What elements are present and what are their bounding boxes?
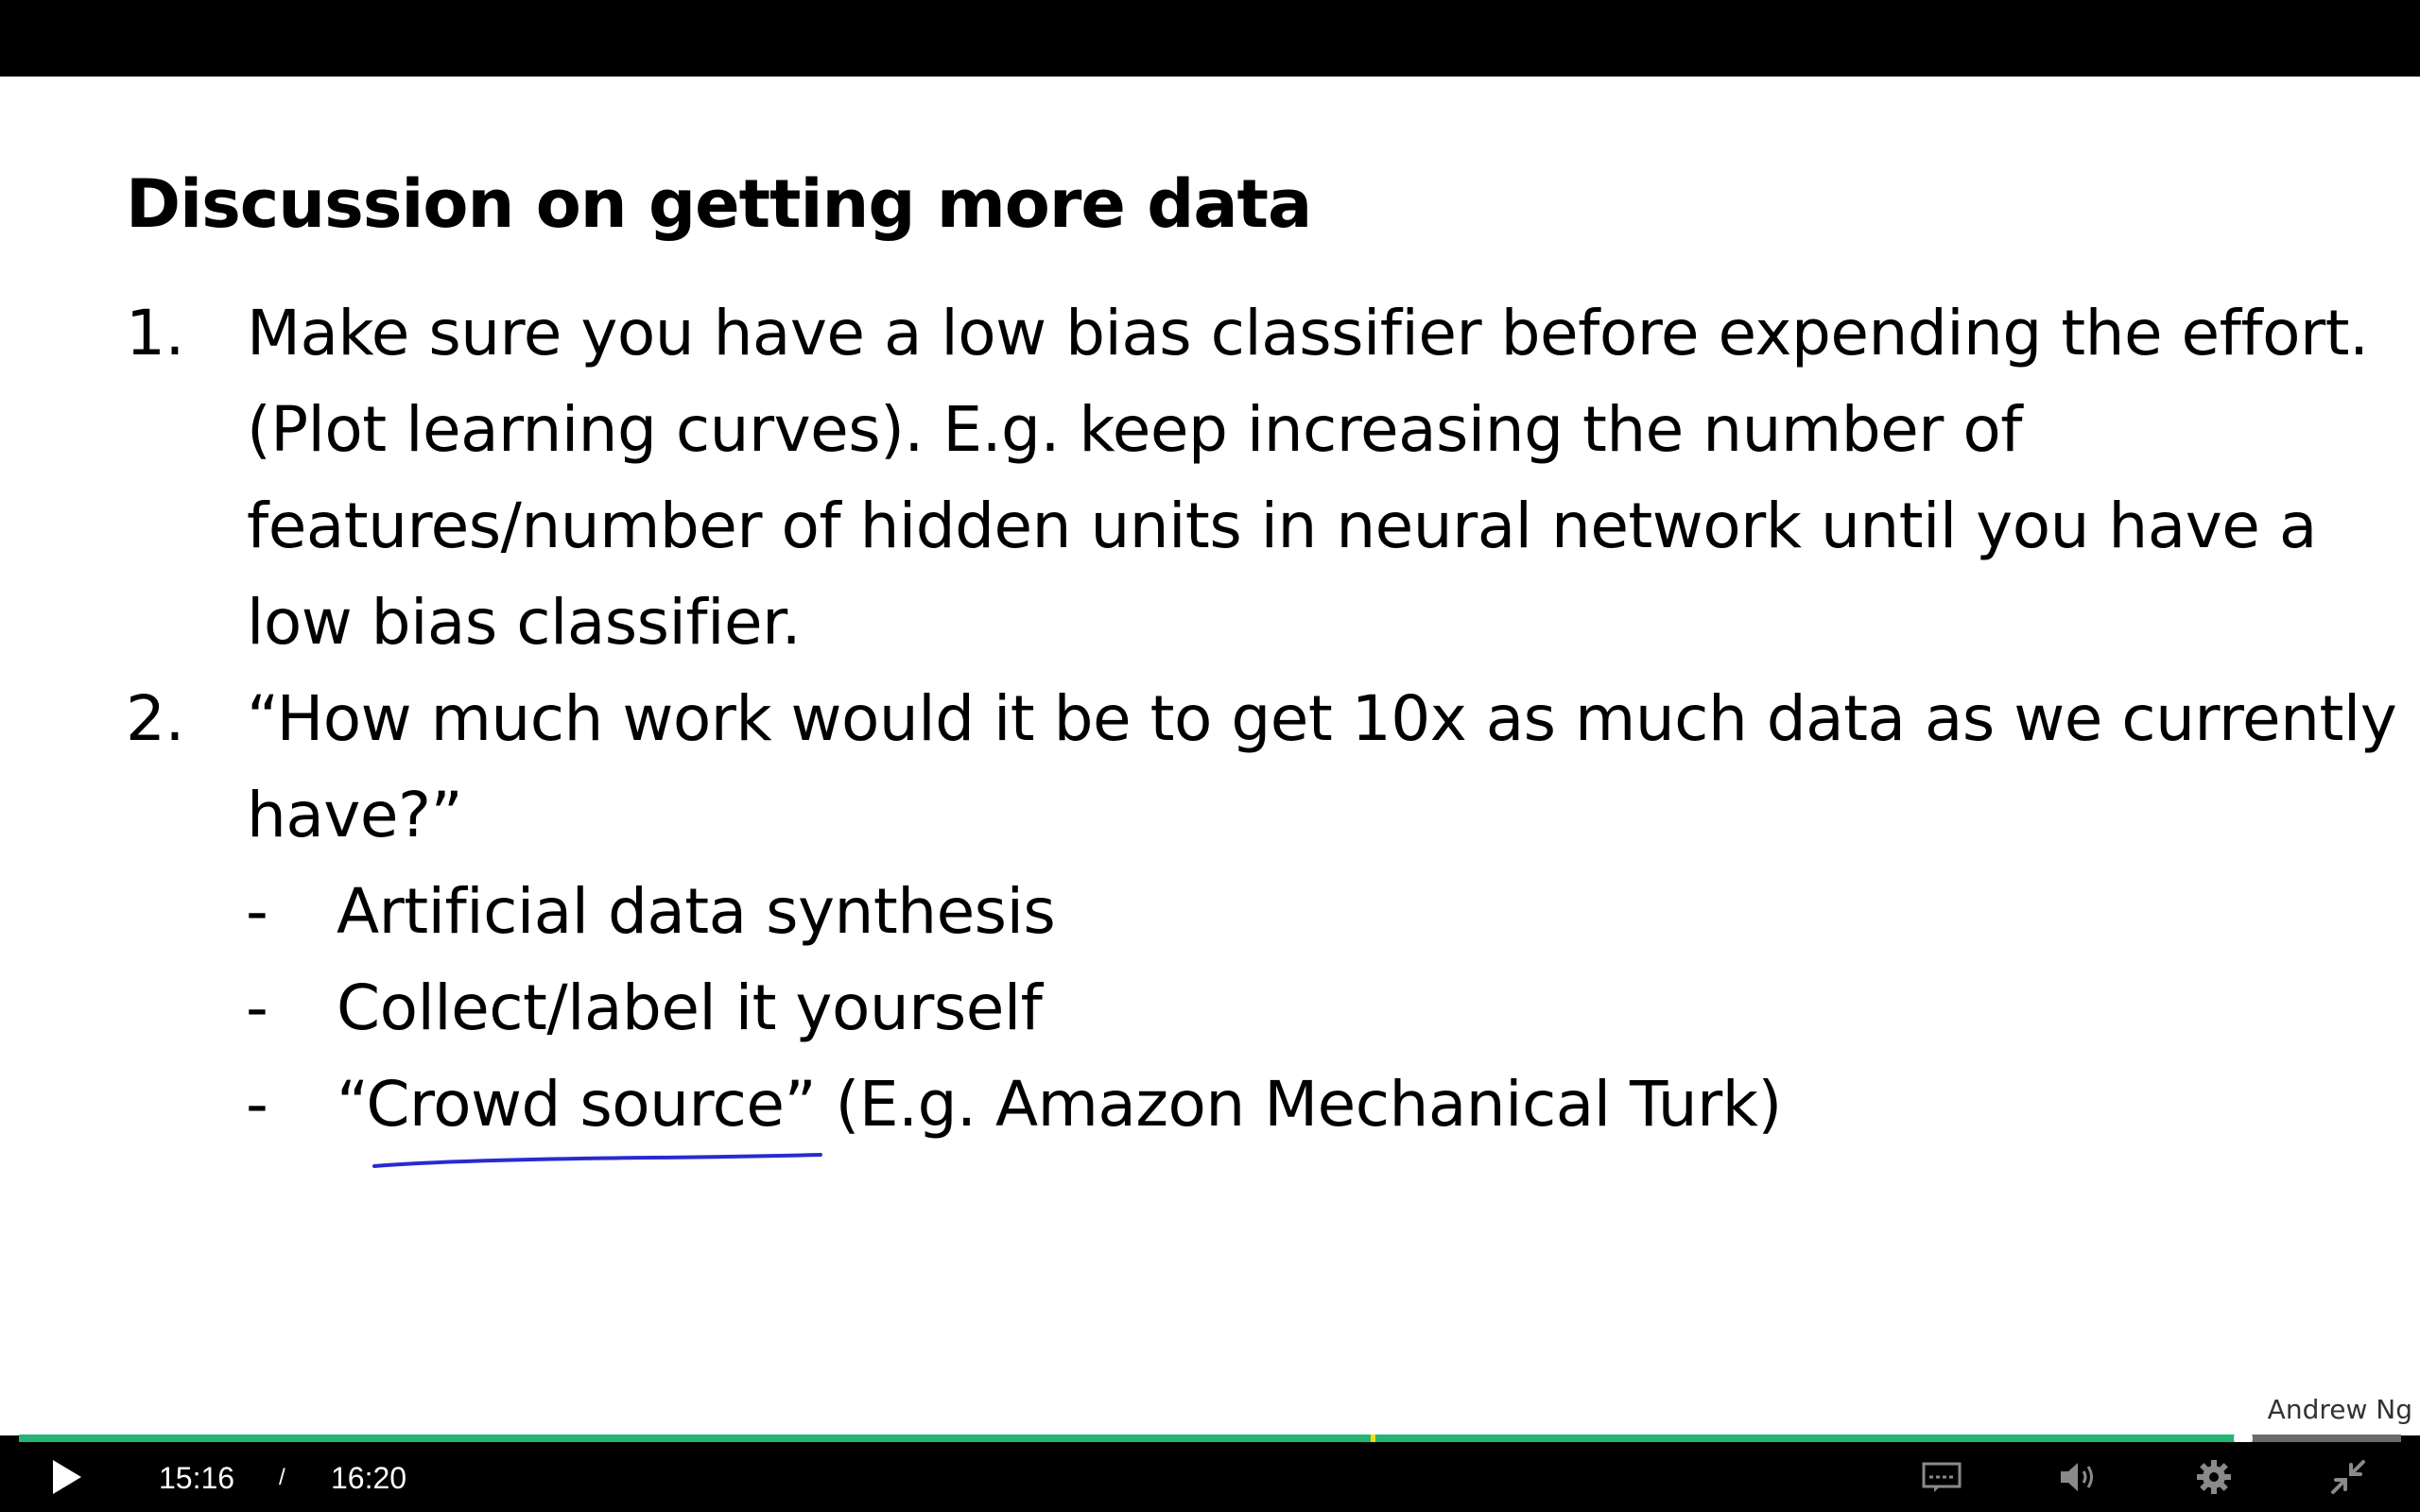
subpoint-2-dash: - [246, 971, 268, 1044]
subpoint-2: - Collect/label it yourself [246, 960, 1043, 1057]
progress-fill [19, 1435, 2243, 1442]
exit-fullscreen-button[interactable] [2324, 1442, 2373, 1512]
subpoint-1: - Artificial data synthesis [246, 864, 1056, 960]
time-separator: / [279, 1465, 285, 1490]
captions-icon [1922, 1462, 1962, 1492]
current-time: 15:16 [159, 1461, 235, 1495]
volume-button[interactable] [2053, 1442, 2102, 1512]
point-2-number: 2. [126, 682, 184, 755]
volume-icon [2061, 1463, 2093, 1491]
play-icon [53, 1460, 81, 1494]
slide-title: Discussion on getting more data [126, 165, 1312, 243]
presenter-watermark: Andrew Ng [2267, 1394, 2412, 1425]
subpoint-1-text: Artificial data synthesis [337, 875, 1056, 948]
progress-bar[interactable] [19, 1429, 2401, 1448]
subpoint-3-dash: - [246, 1068, 268, 1141]
play-button[interactable] [38, 1442, 95, 1512]
point-2: 2. “How much work would it be to get 10x… [126, 671, 2397, 864]
top-letterbox [0, 0, 2420, 77]
total-time: 16:20 [331, 1461, 407, 1495]
gear-icon [2197, 1460, 2231, 1494]
video-player: Discussion on getting more data 1. Make … [0, 0, 2420, 1512]
subpoint-1-dash: - [246, 875, 268, 948]
chapter-marker [1371, 1435, 1376, 1442]
subpoint-3: - “Crowd source” (E.g. Amazon Mechanical… [246, 1057, 1782, 1153]
control-bar: 15:16 / 16:20 [0, 1442, 2420, 1512]
point-1-number: 1. [126, 297, 184, 369]
exit-fullscreen-icon [2331, 1460, 2365, 1494]
lecture-slide[interactable]: Discussion on getting more data 1. Make … [0, 77, 2420, 1435]
subpoint-2-text: Collect/label it yourself [337, 971, 1043, 1044]
point-1: 1. Make sure you have a low bias classif… [126, 285, 2369, 671]
settings-button[interactable] [2189, 1442, 2238, 1512]
captions-button[interactable] [1917, 1442, 1966, 1512]
point-1-text: Make sure you have a low bias classifier… [247, 297, 2369, 659]
handwritten-underline [372, 1153, 822, 1168]
subpoint-3-text: “Crowd source” (E.g. Amazon Mechanical T… [337, 1068, 1782, 1141]
point-2-text: “How much work would it be to get 10x as… [247, 682, 2397, 851]
